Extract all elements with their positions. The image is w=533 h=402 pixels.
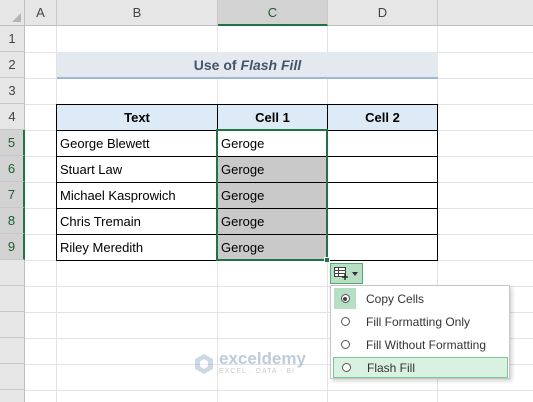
- radio-icon: [335, 363, 357, 372]
- menu-item-fill-without-formatting[interactable]: Fill Without Formatting: [333, 334, 508, 355]
- row-header-7[interactable]: 7: [0, 182, 25, 208]
- row-header-1[interactable]: 1: [0, 26, 25, 52]
- row-header-14[interactable]: [0, 364, 25, 390]
- autofill-options-button[interactable]: [330, 263, 363, 284]
- text-cell[interactable]: George Blewett: [57, 131, 218, 157]
- row-header-11[interactable]: [0, 286, 25, 312]
- cell2-cell[interactable]: [328, 157, 438, 183]
- cell2-cell[interactable]: [328, 183, 438, 209]
- gridline: [25, 390, 533, 391]
- menu-item-label: Fill Formatting Only: [366, 314, 471, 329]
- autofill-options-icon: [334, 267, 348, 280]
- text-cell[interactable]: Riley Meredith: [57, 235, 218, 261]
- column-header-b[interactable]: B: [57, 0, 218, 26]
- header-cell2[interactable]: Cell 2: [328, 105, 438, 131]
- radio-icon: [334, 288, 356, 309]
- cell1-cell[interactable]: Geroge: [218, 235, 328, 261]
- header-text[interactable]: Text: [57, 105, 218, 131]
- autofill-options-menu: Copy Cells Fill Formatting Only Fill Wit…: [330, 285, 510, 379]
- cell1-cell[interactable]: Geroge: [218, 183, 328, 209]
- column-header-e[interactable]: [438, 0, 533, 26]
- header-cell1[interactable]: Cell 1: [218, 105, 328, 131]
- row-header-9[interactable]: 9: [0, 234, 25, 260]
- column-header-a[interactable]: A: [25, 0, 57, 26]
- menu-item-flash-fill[interactable]: Flash Fill: [333, 357, 508, 378]
- radio-icon: [334, 340, 356, 349]
- row-header-10[interactable]: [0, 260, 25, 286]
- row-header-13[interactable]: [0, 338, 25, 364]
- menu-item-label: Flash Fill: [367, 360, 416, 375]
- chevron-down-icon: [352, 271, 358, 276]
- select-all-corner[interactable]: [0, 0, 25, 26]
- cell1-cell[interactable]: Geroge: [218, 209, 328, 235]
- cell2-cell[interactable]: [328, 209, 438, 235]
- cell1-cell[interactable]: Geroge: [218, 131, 328, 157]
- menu-item-label: Fill Without Formatting: [366, 337, 487, 352]
- menu-item-label: Copy Cells: [366, 291, 425, 306]
- column-header-d[interactable]: D: [328, 0, 438, 26]
- title-emphasis: Flash Fill: [240, 56, 302, 73]
- menu-item-fill-formatting-only[interactable]: Fill Formatting Only: [333, 311, 508, 332]
- data-table: Text Cell 1 Cell 2 George Blewett Geroge…: [56, 104, 438, 261]
- menu-item-copy-cells[interactable]: Copy Cells: [333, 288, 508, 309]
- cell2-cell[interactable]: [328, 131, 438, 157]
- select-all-icon: [12, 13, 21, 22]
- cell2-cell[interactable]: [328, 235, 438, 261]
- text-cell[interactable]: Stuart Law: [57, 157, 218, 183]
- watermark-name: exceldemy: [219, 349, 306, 368]
- exceldemy-logo-icon: [195, 353, 213, 374]
- row-header-2[interactable]: 2: [0, 52, 25, 78]
- row-header-5[interactable]: 5: [0, 130, 25, 156]
- row-header-6[interactable]: 6: [0, 156, 25, 182]
- watermark-tagline: EXCEL · DATA · BI: [219, 368, 295, 375]
- watermark: exceldemy EXCEL · DATA · BI: [193, 349, 306, 376]
- column-header-c[interactable]: C: [218, 0, 328, 26]
- row-header-3[interactable]: 3: [0, 78, 25, 104]
- row-header-4[interactable]: 4: [0, 104, 25, 130]
- text-cell[interactable]: Chris Tremain: [57, 209, 218, 235]
- title-prefix: Use of: [193, 56, 237, 73]
- row-header-8[interactable]: 8: [0, 208, 25, 234]
- sheet-title[interactable]: Use of Flash Fill: [57, 52, 438, 79]
- row-header-15[interactable]: [0, 390, 25, 402]
- cell1-cell[interactable]: Geroge: [218, 157, 328, 183]
- text-cell[interactable]: Michael Kasprowich: [57, 183, 218, 209]
- row-header-12[interactable]: [0, 312, 25, 338]
- radio-icon: [334, 317, 356, 326]
